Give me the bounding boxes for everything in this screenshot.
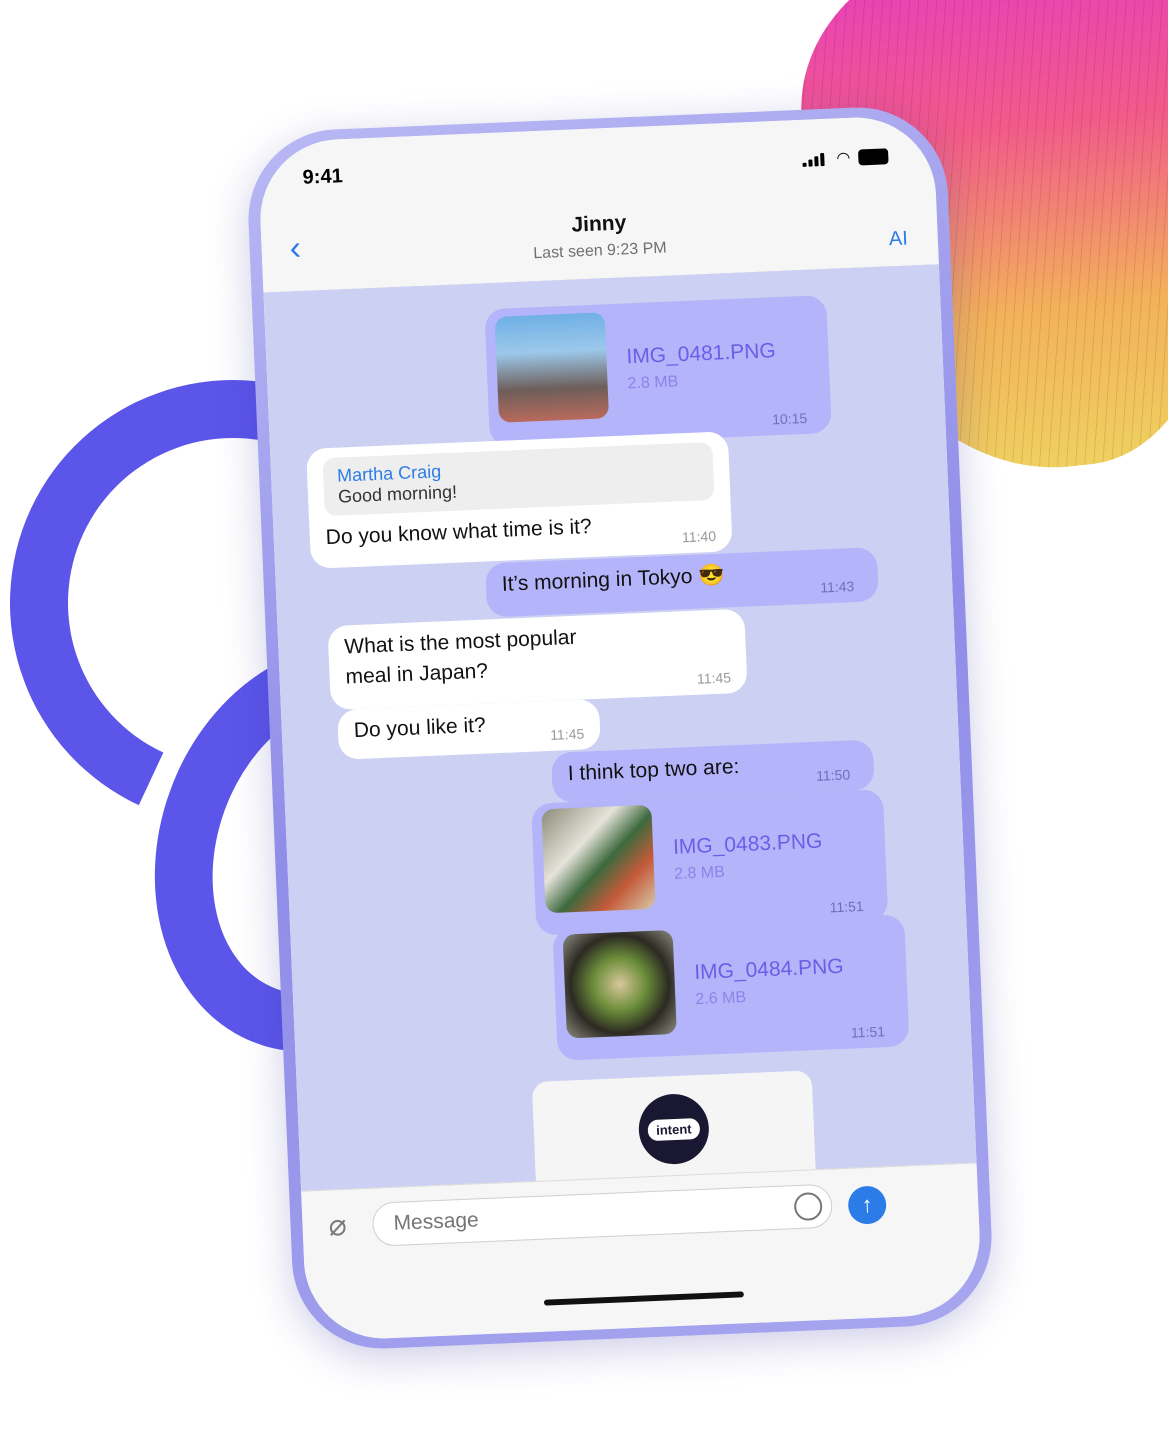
message-time: 11:45 xyxy=(696,669,732,687)
image-thumbnail[interactable] xyxy=(494,312,610,423)
cellular-signal-icon xyxy=(802,152,829,167)
file-name: IMG_0481.PNG xyxy=(625,339,777,369)
message-time: 11:50 xyxy=(815,766,851,784)
status-icons: ◠ xyxy=(802,146,889,170)
home-indicator xyxy=(543,1291,744,1306)
battery-icon xyxy=(857,148,889,166)
reply-quote[interactable]: Martha Craig Good morning! xyxy=(322,441,715,517)
message-time: 10:15 xyxy=(771,409,808,428)
message-text: It’s morning in Tokyo 😎 xyxy=(501,563,725,596)
file-name: IMG_0483.PNG xyxy=(672,829,823,859)
phone-screen: 9:41 ◠ ‹ Jinny Last seen 9:23 PM AI IMG_ xyxy=(257,114,983,1342)
message-time: 11:40 xyxy=(681,527,717,546)
message-time: 11:51 xyxy=(850,1023,886,1041)
status-time: 9:41 xyxy=(302,165,344,189)
file-name: IMG_0484.PNG xyxy=(693,954,845,985)
file-size: 2.8 MB xyxy=(673,863,726,883)
message-time: 11:45 xyxy=(549,725,585,743)
ai-button[interactable]: AI xyxy=(888,228,908,252)
message-bubble[interactable]: Martha Craig Good morning! Do you know w… xyxy=(306,431,733,569)
send-button[interactable]: ↑ xyxy=(847,1185,887,1225)
image-thumbnail[interactable] xyxy=(562,929,677,1039)
attachment-icon[interactable]: ⌀ xyxy=(328,1208,348,1244)
contact-info[interactable]: Jinny Last seen 9:23 PM xyxy=(261,198,938,274)
file-message[interactable]: IMG_0481.PNG 2.8 MB 10:15 xyxy=(484,294,832,448)
file-message[interactable]: IMG_0484.PNG 2.6 MB 11:51 xyxy=(552,914,910,1061)
intent-logo: intent xyxy=(637,1092,711,1166)
file-size: 2.6 MB xyxy=(695,988,747,1009)
message-composer: ⌀ ↑ xyxy=(301,1162,983,1342)
file-size: 2.8 MB xyxy=(627,373,679,393)
message-time: 11:51 xyxy=(829,897,865,916)
phone-mockup: 9:41 ◠ ‹ Jinny Last seen 9:23 PM AI IMG_ xyxy=(244,103,996,1353)
wifi-icon: ◠ xyxy=(836,149,851,168)
message-time: 11:43 xyxy=(819,578,855,596)
message-text: Do you know what time is it? xyxy=(325,515,593,550)
intent-logo-text: intent xyxy=(647,1117,700,1141)
message-bubble[interactable]: Do you like it? 11:45 xyxy=(336,698,601,760)
message-input[interactable] xyxy=(371,1183,834,1247)
message-text: I think top two are: xyxy=(567,755,740,786)
message-list: IMG_0481.PNG 2.8 MB 10:15 Martha Craig G… xyxy=(263,264,977,1222)
file-message[interactable]: IMG_0483.PNG 2.8 MB 11:51 xyxy=(531,789,889,936)
message-bubble[interactable]: What is the most popular meal in Japan? … xyxy=(327,608,748,711)
message-text: Do you like it? xyxy=(353,713,487,743)
image-thumbnail[interactable] xyxy=(541,804,656,914)
